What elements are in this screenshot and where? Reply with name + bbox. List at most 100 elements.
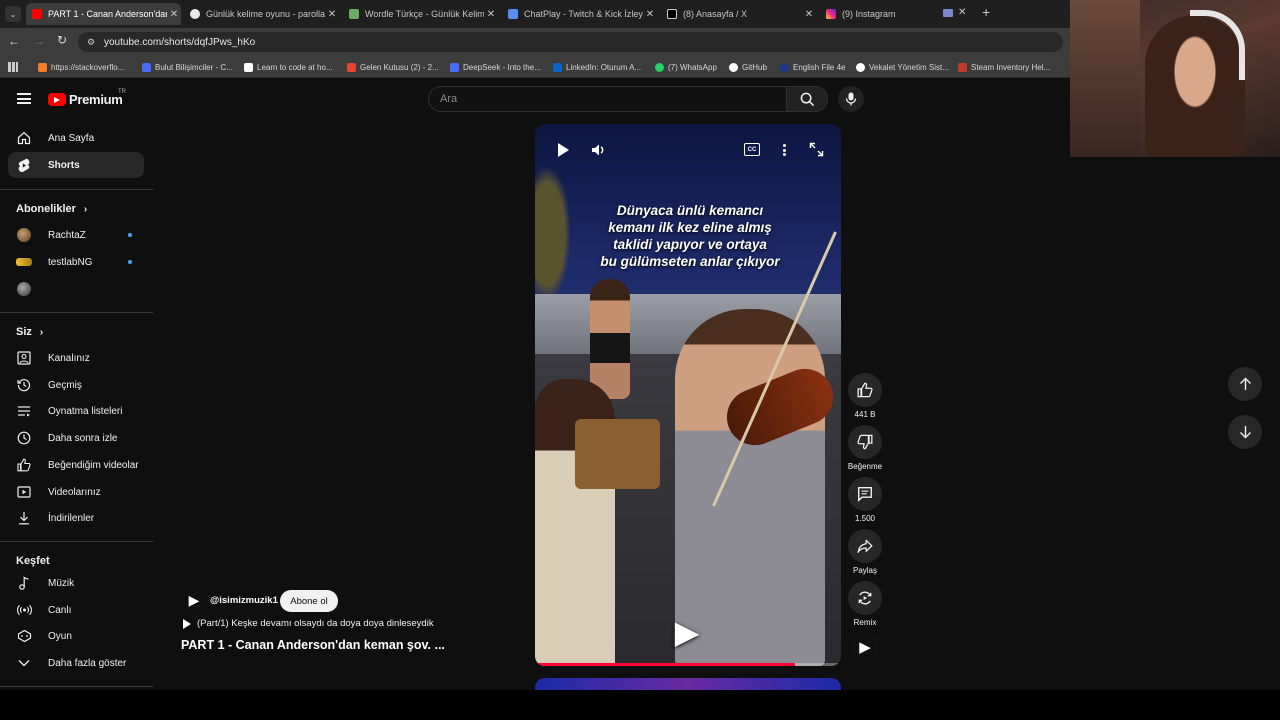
bookmark-item[interactable]: Vekalet Yönetim Sist... (856, 59, 949, 75)
sidebar-item-gaming[interactable]: Oyun (8, 623, 144, 649)
sidebar-item-your-videos[interactable]: Videolarınız (8, 479, 144, 505)
sidebar-item-label: Oynatma listeleri (48, 405, 123, 417)
forward-icon[interactable]: → (33, 34, 45, 48)
bookmark-item[interactable]: Bulut Bilişimciler - C... (142, 59, 233, 75)
short-title[interactable]: PART 1 - Canan Anderson'dan keman şov. .… (181, 638, 445, 652)
close-icon[interactable]: ✕ (167, 9, 181, 20)
sidebar-item-playlists[interactable]: Oynatma listeleri (8, 398, 144, 424)
more-vert-icon (782, 144, 786, 147)
search-button[interactable] (786, 86, 828, 112)
sidebar-item-shorts[interactable]: Shorts (8, 152, 144, 178)
close-icon[interactable]: ✕ (802, 9, 816, 20)
close-icon[interactable]: ✕ (325, 9, 339, 20)
bookmark-item[interactable]: Learn to code at ho... (244, 59, 333, 75)
apps-grid-icon[interactable] (8, 62, 18, 72)
sidebar-item-home[interactable]: Ana Sayfa (8, 125, 144, 151)
volume-button[interactable] (590, 142, 606, 163)
next-short-preview[interactable] (535, 678, 841, 690)
back-icon[interactable]: ← (8, 34, 20, 48)
bookmark-item[interactable]: Gelen Kutusu (2) - 2... (347, 59, 439, 75)
bookmarks-bar: https://stackoverflo... Bulut Bilişimcil… (0, 56, 1070, 78)
comments-button[interactable] (848, 477, 882, 511)
voice-search-button[interactable] (838, 86, 864, 112)
playlist-link[interactable]: (Part/1) Keşke devamı olsaydı da doya do… (183, 618, 434, 629)
arrow-down-icon (1239, 426, 1251, 439)
tab-title: ChatPlay - Twitch & Kick İzleyici (524, 9, 643, 19)
new-tab-button[interactable]: + (982, 4, 990, 20)
url-text: youtube.com/shorts/dqfJPws_hKo (104, 36, 256, 48)
gaming-icon (16, 628, 32, 644)
bookmark-item[interactable]: (7) WhatsApp (655, 59, 717, 75)
close-icon[interactable]: ✕ (958, 7, 966, 18)
sidebar-item-label: Daha fazla göster (48, 657, 127, 669)
fullscreen-icon (809, 142, 824, 157)
sidebar-item-music[interactable]: Müzik (8, 570, 144, 596)
explore-heading: Keşfet (16, 555, 50, 567)
thumbs-down-icon (857, 434, 873, 450)
subscriptions-heading[interactable]: Abonelikler › (16, 203, 87, 215)
bookmark-item[interactable]: LinkedIn: Oturum A... (553, 59, 641, 75)
sound-source-thumbnail[interactable]: ▶ (852, 634, 878, 660)
sidebar-item-show-more[interactable]: Daha fazla göster (8, 650, 144, 676)
close-icon[interactable]: ✕ (484, 9, 498, 20)
browser-toolbar: ← → ↻ ⚙ youtube.com/shorts/dqfJPws_hKo (0, 28, 1070, 56)
sidebar-subscription[interactable]: RachtaZ (8, 222, 144, 248)
sidebar-item-history[interactable]: Geçmiş (8, 372, 144, 398)
you-heading[interactable]: Siz › (16, 326, 43, 338)
sidebar-item-channel[interactable]: Kanalınız (8, 345, 144, 371)
live-icon (16, 602, 32, 618)
next-short-button[interactable] (1228, 415, 1262, 449)
fullscreen-button[interactable] (809, 142, 824, 162)
browser-tab[interactable]: Wordle Türkçe - Günlük Kelime ✕ (343, 3, 498, 25)
progress-bar-track[interactable] (535, 663, 841, 666)
url-bar[interactable]: ⚙ youtube.com/shorts/dqfJPws_hKo (78, 32, 1063, 52)
dislike-button[interactable] (848, 425, 882, 459)
close-icon[interactable]: ✕ (643, 9, 657, 20)
bookmark-item[interactable]: English File 4e (780, 59, 845, 75)
bookmark-item[interactable]: https://stackoverflo... (38, 59, 124, 75)
sidebar-item-downloads[interactable]: İndirilenler (8, 505, 144, 531)
captions-button[interactable]: CC (744, 143, 760, 156)
sidebar-item-watch-later[interactable]: Daha sonra izle (8, 425, 144, 451)
bookmark-item[interactable]: GitHub (729, 59, 767, 75)
remix-button[interactable] (848, 581, 882, 615)
youtube-logo[interactable]: Premium (48, 92, 123, 107)
video-frame-bag (575, 419, 660, 489)
caption-line: taklidi yapıyor ve ortaya (613, 237, 767, 252)
bookmark-item[interactable]: Steam Inventory Hel... (958, 59, 1050, 75)
play-button[interactable] (555, 142, 571, 158)
avatar (16, 254, 32, 270)
browser-tab[interactable]: ChatPlay - Twitch & Kick İzleyici ✕ (502, 3, 657, 25)
more-options-button[interactable] (780, 142, 788, 158)
shorts-icon (16, 157, 32, 173)
channel-avatar[interactable]: ▶ (183, 589, 205, 611)
short-video-player[interactable]: Dünyaca ünlü kemancı kemanı ilk kez elin… (535, 124, 841, 666)
subscribe-button[interactable]: Abone ol (280, 590, 338, 612)
channel-name[interactable]: @isimizmuzik1 (210, 595, 278, 606)
previous-short-button[interactable] (1228, 367, 1262, 401)
sidebar-item-live[interactable]: Canlı (8, 597, 144, 623)
youtube-play-logo-icon (48, 93, 66, 106)
channel-logo-icon: ▶ (859, 639, 871, 656)
like-button[interactable] (848, 373, 882, 407)
search-input[interactable]: Ara (428, 86, 786, 112)
tab-list-button[interactable]: ⌄ (5, 6, 21, 22)
sidebar-item-label: Kanalınız (48, 352, 90, 364)
sidebar-subscription[interactable] (8, 276, 144, 302)
sidebar-divider (0, 312, 153, 313)
browser-tab[interactable]: (8) Anasayfa / X ✕ (661, 3, 816, 25)
tab-title: PART 1 - Canan Anderson'dan k (48, 9, 167, 19)
comment-count: 1.500 (854, 514, 876, 523)
share-button[interactable] (848, 529, 882, 563)
deepseek-icon (450, 62, 459, 72)
playlist-title: (Part/1) Keşke devamı olsaydı da doya do… (197, 618, 434, 629)
browser-tab[interactable]: PART 1 - Canan Anderson'dan k ✕ (26, 3, 181, 25)
bookmark-item[interactable]: DeepSeek - Into the... (450, 59, 541, 75)
browser-tab[interactable]: Günlük kelime oyunu - parolla ✕ (184, 3, 339, 25)
sidebar-subscription[interactable]: testlabNG (8, 249, 144, 275)
menu-icon[interactable] (17, 93, 31, 104)
instagram-favicon-icon (826, 9, 836, 19)
reload-icon[interactable]: ↻ (57, 33, 67, 47)
site-info-icon[interactable]: ⚙ (87, 37, 95, 48)
sidebar-item-liked-videos[interactable]: Beğendiğim videolar (8, 452, 144, 478)
